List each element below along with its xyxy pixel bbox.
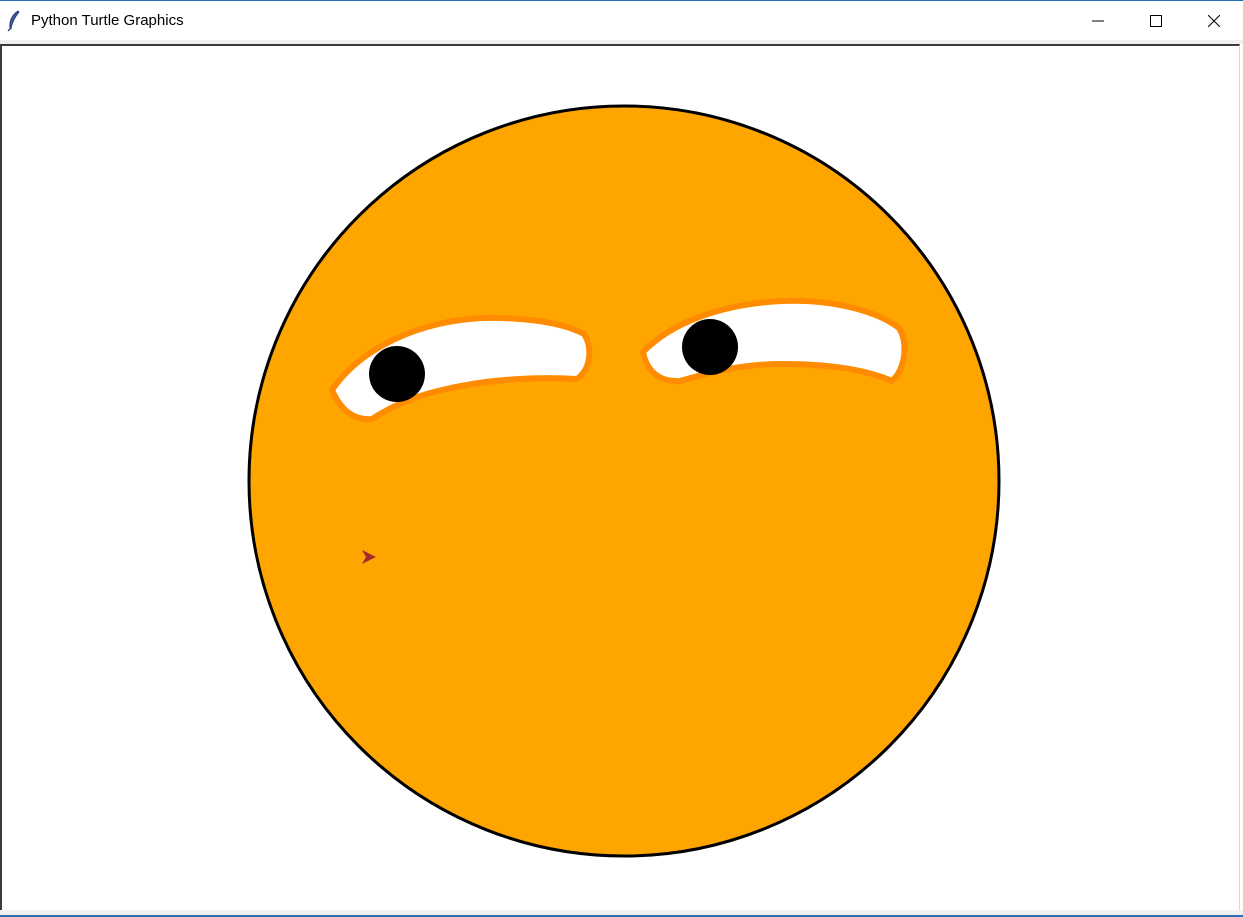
window-title: Python Turtle Graphics (31, 12, 184, 29)
feather-icon (7, 10, 20, 32)
turtle-window: Python Turtle Graphics (0, 0, 1243, 917)
turtle-canvas[interactable] (0, 44, 1240, 910)
drawing-surface (247, 104, 1001, 858)
minimize-icon (1092, 20, 1104, 22)
right-pupil (682, 319, 738, 375)
close-icon (1208, 15, 1220, 27)
face-circle (247, 104, 1001, 858)
minimize-button[interactable] (1069, 2, 1127, 40)
close-button[interactable] (1185, 2, 1243, 40)
left-pupil (369, 346, 425, 402)
maximize-button[interactable] (1127, 2, 1185, 40)
title-bar[interactable]: Python Turtle Graphics (0, 2, 1243, 40)
maximize-icon (1150, 15, 1162, 27)
